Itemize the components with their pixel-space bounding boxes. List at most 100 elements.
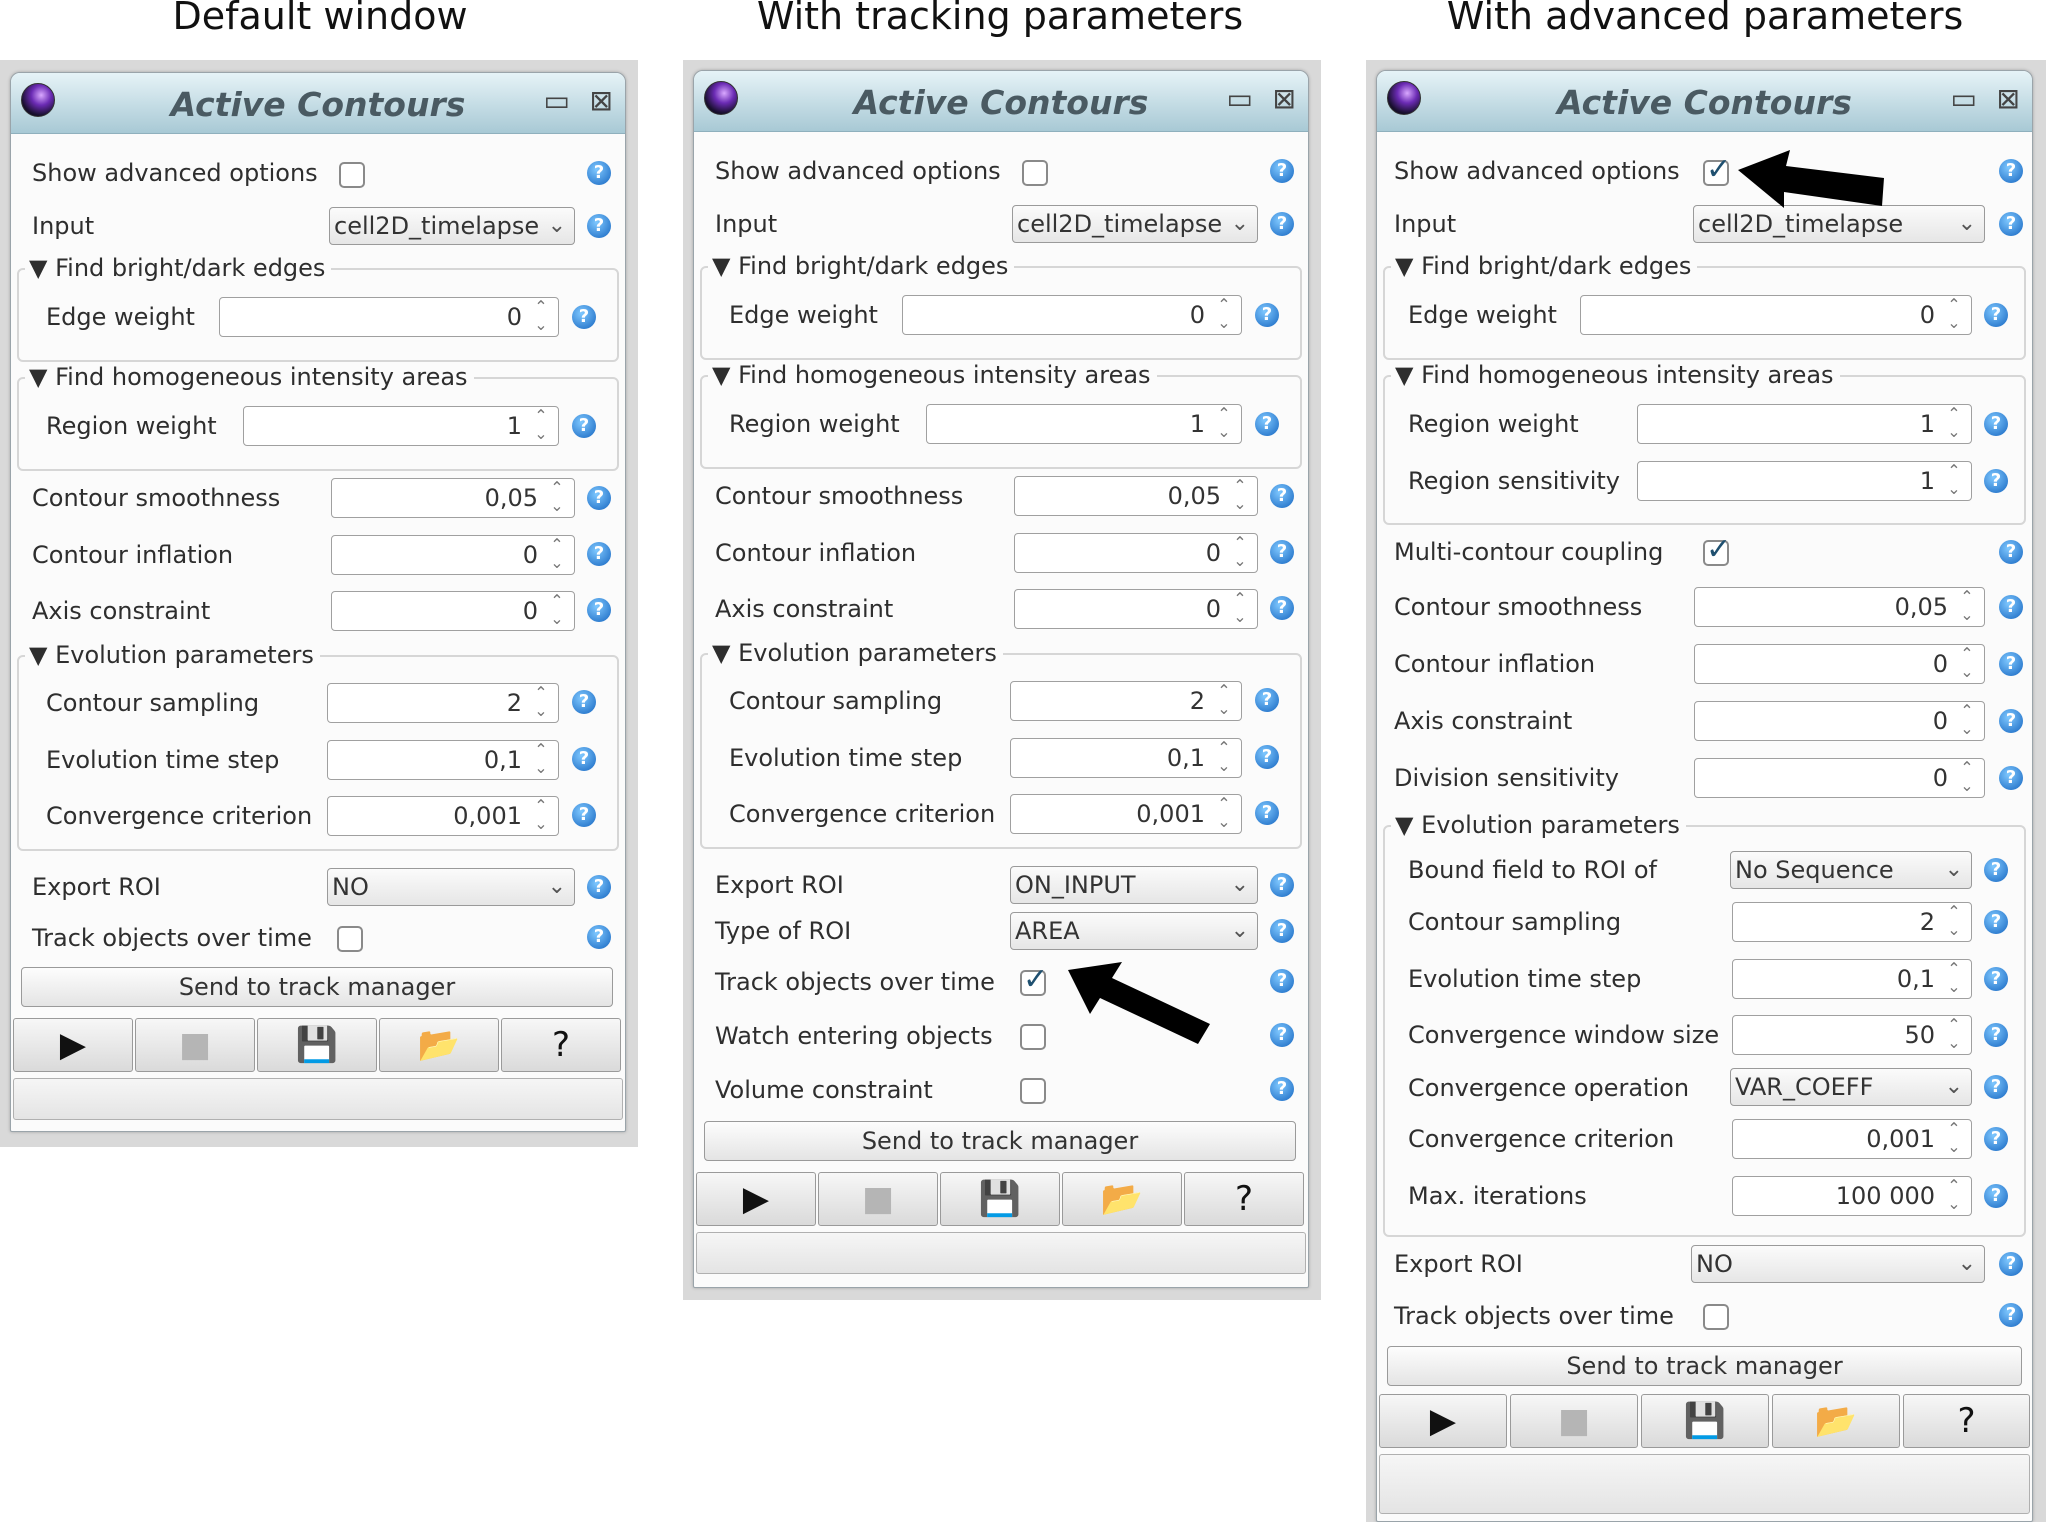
- contour-smoothness-spinner[interactable]: 0,05 ⌃ ⌄: [1694, 587, 1985, 627]
- save-button[interactable]: 💾: [1641, 1394, 1769, 1448]
- close-icon[interactable]: ⊠: [590, 86, 613, 116]
- spin-arrows-icon[interactable]: ⌃ ⌄: [1213, 739, 1235, 775]
- help-icon[interactable]: ?: [572, 414, 596, 438]
- help-icon[interactable]: ?: [1999, 1252, 2023, 1276]
- stop-button[interactable]: ■: [1510, 1394, 1638, 1448]
- track-objects-checkbox[interactable]: [1703, 1304, 1729, 1330]
- type-of-roi-select[interactable]: AREA ⌄: [1010, 912, 1258, 950]
- minimize-icon[interactable]: ▭: [544, 86, 570, 116]
- help-icon[interactable]: ?: [1255, 412, 1279, 436]
- convergence-criterion-spinner[interactable]: 0,001 ⌃ ⌄: [1010, 794, 1242, 834]
- track-objects-checkbox[interactable]: [337, 926, 363, 952]
- contour-sampling-spinner[interactable]: 2 ⌃ ⌄: [1010, 681, 1242, 721]
- help-icon[interactable]: ?: [1270, 540, 1294, 564]
- help-button[interactable]: ?: [501, 1018, 621, 1072]
- help-button[interactable]: ?: [1903, 1394, 2030, 1448]
- help-icon[interactable]: ?: [1999, 595, 2023, 619]
- region-sensitivity-spinner[interactable]: 1 ⌃ ⌄: [1637, 461, 1972, 501]
- help-icon[interactable]: ?: [1270, 212, 1294, 236]
- minimize-icon[interactable]: ▭: [1227, 84, 1253, 114]
- spin-arrows-icon[interactable]: ⌃ ⌄: [1943, 903, 1965, 939]
- spin-arrows-icon[interactable]: ⌃ ⌄: [530, 298, 552, 334]
- help-icon[interactable]: ?: [1984, 469, 2008, 493]
- spin-arrows-icon[interactable]: ⌃ ⌄: [1229, 477, 1251, 513]
- track-objects-checkbox[interactable]: ✓: [1020, 964, 1048, 996]
- help-icon[interactable]: ?: [572, 803, 596, 827]
- send-to-track-manager-button[interactable]: Send to track manager: [1387, 1346, 2022, 1386]
- convergence-criterion-spinner[interactable]: 0,001 ⌃ ⌄: [1732, 1119, 1972, 1159]
- title-bar[interactable]: Active Contours ▭ ⊠: [694, 71, 1308, 132]
- input-select[interactable]: cell2D_timelapse ⌄: [329, 207, 575, 245]
- spin-arrows-icon[interactable]: ⌃ ⌄: [530, 407, 552, 443]
- help-icon[interactable]: ?: [1984, 910, 2008, 934]
- help-icon[interactable]: ?: [1270, 1077, 1294, 1101]
- title-bar[interactable]: Active Contours ▭ ⊠: [11, 73, 625, 134]
- help-icon[interactable]: ?: [572, 747, 596, 771]
- help-icon[interactable]: ?: [587, 214, 611, 238]
- spin-arrows-icon[interactable]: ⌃ ⌄: [530, 684, 552, 720]
- edges-group-title[interactable]: ▼ Find bright/dark edges: [25, 254, 332, 282]
- play-button[interactable]: ▶: [1379, 1394, 1507, 1448]
- show-advanced-checkbox[interactable]: ✓: [1703, 154, 1731, 186]
- help-icon[interactable]: ?: [587, 542, 611, 566]
- spin-arrows-icon[interactable]: ⌃ ⌄: [1943, 1120, 1965, 1156]
- help-icon[interactable]: ?: [572, 305, 596, 329]
- contour-inflation-spinner[interactable]: 0 ⌃ ⌄: [331, 535, 575, 575]
- help-icon[interactable]: ?: [1984, 1023, 2008, 1047]
- help-icon[interactable]: ?: [587, 598, 611, 622]
- help-icon[interactable]: ?: [1984, 303, 2008, 327]
- help-icon[interactable]: ?: [1999, 159, 2023, 183]
- homog-group-title[interactable]: ▼ Find homogeneous intensity areas: [1391, 361, 1840, 389]
- spin-arrows-icon[interactable]: ⌃ ⌄: [1943, 462, 1965, 498]
- send-to-track-manager-button[interactable]: Send to track manager: [21, 967, 613, 1007]
- spin-arrows-icon[interactable]: ⌃ ⌄: [1229, 534, 1251, 570]
- spin-arrows-icon[interactable]: ⌃ ⌄: [1943, 1016, 1965, 1052]
- open-button[interactable]: 📂: [379, 1018, 499, 1072]
- help-icon[interactable]: ?: [587, 875, 611, 899]
- close-icon[interactable]: ⊠: [1997, 84, 2020, 114]
- evolution-time-step-spinner[interactable]: 0,1 ⌃ ⌄: [1010, 738, 1242, 778]
- spin-arrows-icon[interactable]: ⌃ ⌄: [1943, 1177, 1965, 1213]
- show-advanced-checkbox[interactable]: [339, 162, 365, 188]
- axis-constraint-spinner[interactable]: 0 ⌃ ⌄: [331, 591, 575, 631]
- axis-constraint-spinner[interactable]: 0 ⌃ ⌄: [1014, 589, 1258, 629]
- help-icon[interactable]: ?: [1984, 967, 2008, 991]
- help-icon[interactable]: ?: [1999, 212, 2023, 236]
- contour-inflation-spinner[interactable]: 0 ⌃ ⌄: [1014, 533, 1258, 573]
- spin-arrows-icon[interactable]: ⌃ ⌄: [1213, 682, 1235, 718]
- help-icon[interactable]: ?: [587, 925, 611, 949]
- evolution-group-title[interactable]: ▼ Evolution parameters: [708, 639, 1003, 667]
- spin-arrows-icon[interactable]: ⌃ ⌄: [546, 592, 568, 628]
- play-button[interactable]: ▶: [696, 1172, 816, 1226]
- help-icon[interactable]: ?: [572, 690, 596, 714]
- spin-arrows-icon[interactable]: ⌃ ⌄: [1943, 296, 1965, 332]
- save-button[interactable]: 💾: [257, 1018, 377, 1072]
- help-icon[interactable]: ?: [1270, 969, 1294, 993]
- spin-arrows-icon[interactable]: ⌃ ⌄: [1956, 645, 1978, 681]
- help-icon[interactable]: ?: [1984, 1127, 2008, 1151]
- help-icon[interactable]: ?: [1255, 801, 1279, 825]
- homog-group-title[interactable]: ▼ Find homogeneous intensity areas: [25, 363, 474, 391]
- spin-arrows-icon[interactable]: ⌃ ⌄: [1956, 759, 1978, 795]
- help-icon[interactable]: ?: [1984, 1075, 2008, 1099]
- spin-arrows-icon[interactable]: ⌃ ⌄: [530, 797, 552, 833]
- help-icon[interactable]: ?: [1270, 596, 1294, 620]
- title-bar[interactable]: Active Contours ▭ ⊠: [1377, 71, 2032, 132]
- help-icon[interactable]: ?: [1984, 412, 2008, 436]
- evolution-group-title[interactable]: ▼ Evolution parameters: [25, 641, 320, 669]
- evolution-group-title[interactable]: ▼ Evolution parameters: [1391, 811, 1686, 839]
- division-sensitivity-spinner[interactable]: 0 ⌃ ⌄: [1694, 758, 1985, 798]
- spin-arrows-icon[interactable]: ⌃ ⌄: [1943, 960, 1965, 996]
- convergence-operation-select[interactable]: VAR_COEFF ⌄: [1730, 1068, 1972, 1106]
- contour-sampling-spinner[interactable]: 2 ⌃ ⌄: [1732, 902, 1972, 942]
- spin-arrows-icon[interactable]: ⌃ ⌄: [546, 479, 568, 515]
- evolution-time-step-spinner[interactable]: 0,1 ⌃ ⌄: [327, 740, 559, 780]
- help-icon[interactable]: ?: [1255, 745, 1279, 769]
- stop-button[interactable]: ■: [818, 1172, 938, 1226]
- help-icon[interactable]: ?: [1999, 1303, 2023, 1327]
- play-button[interactable]: ▶: [13, 1018, 133, 1072]
- export-roi-select[interactable]: NO ⌄: [327, 868, 575, 906]
- help-icon[interactable]: ?: [1270, 919, 1294, 943]
- help-icon[interactable]: ?: [587, 161, 611, 185]
- help-icon[interactable]: ?: [1270, 873, 1294, 897]
